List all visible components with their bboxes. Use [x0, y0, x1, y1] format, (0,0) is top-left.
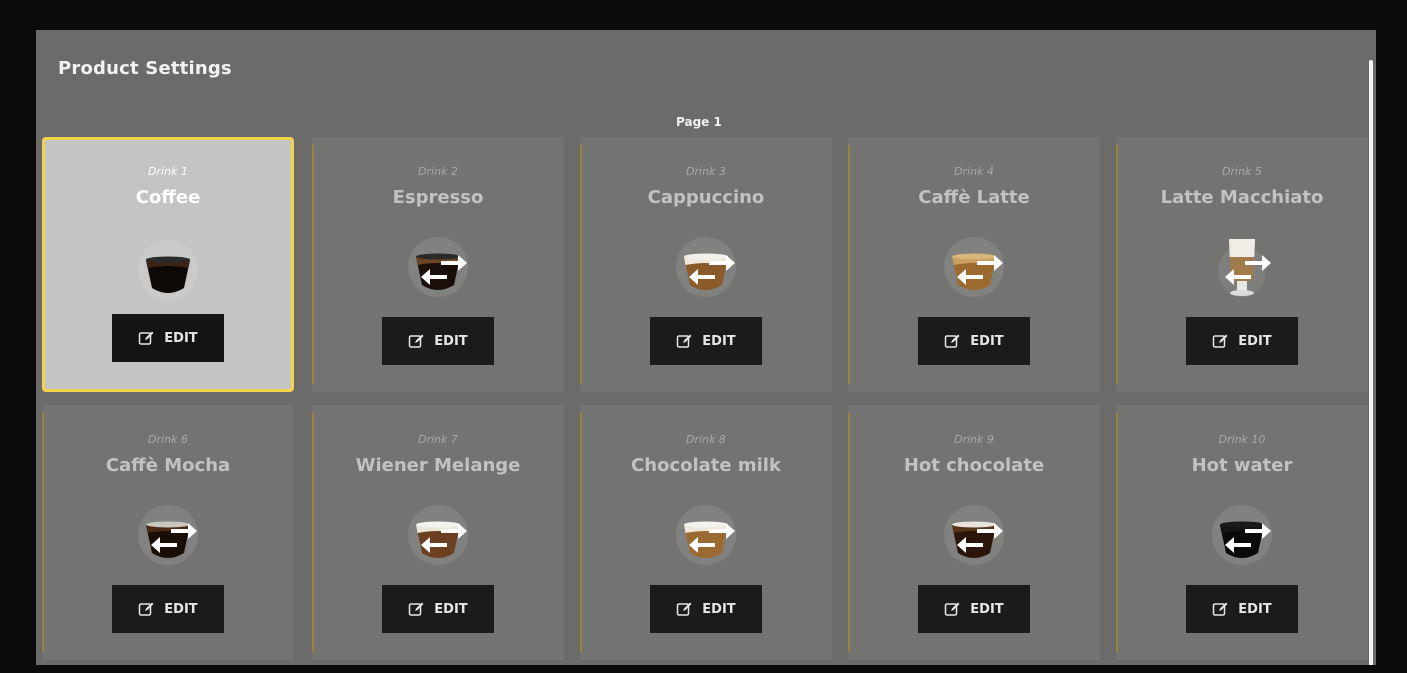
drink-number: Drink 2: [418, 165, 458, 178]
edit-icon: [676, 601, 692, 617]
edit-icon: [408, 601, 424, 617]
edit-button-label: EDIT: [164, 601, 198, 617]
cappuccino-cup-icon: [671, 233, 741, 303]
drink-name: Coffee: [135, 187, 201, 208]
edit-button[interactable]: EDIT: [918, 585, 1030, 633]
edit-button-label: EDIT: [702, 333, 736, 349]
drink-number: Drink 5: [1222, 165, 1262, 178]
drink-card[interactable]: Drink 8 Chocolate milk EDIT: [580, 405, 832, 660]
edit-button[interactable]: EDIT: [1186, 585, 1298, 633]
edit-button[interactable]: EDIT: [918, 317, 1030, 365]
mocha-cup-icon: [133, 501, 203, 571]
edit-button-label: EDIT: [1238, 333, 1272, 349]
edit-button[interactable]: EDIT: [1186, 317, 1298, 365]
drink-card[interactable]: Drink 9 Hot chocolate EDIT: [848, 405, 1100, 660]
drink-name: Hot chocolate: [903, 455, 1045, 476]
edit-button-label: EDIT: [970, 333, 1004, 349]
edit-button-label: EDIT: [1238, 601, 1272, 617]
drink-name: Cappuccino: [647, 187, 765, 208]
hot-water-cup-icon: [1207, 501, 1277, 571]
drink-card[interactable]: Drink 4 Caffè Latte EDIT: [848, 137, 1100, 392]
edit-icon: [1212, 601, 1228, 617]
drink-name: Latte Macchiato: [1160, 187, 1324, 208]
drink-number: Drink 4: [954, 165, 994, 178]
edit-button[interactable]: EDIT: [112, 585, 224, 633]
edit-icon: [944, 333, 960, 349]
coffee-cup-icon: [133, 236, 203, 306]
drink-card[interactable]: Drink 6 Caffè Mocha EDIT: [42, 405, 294, 660]
edit-icon: [408, 333, 424, 349]
edit-icon: [138, 601, 154, 617]
edit-button[interactable]: EDIT: [650, 317, 762, 365]
edit-button-label: EDIT: [702, 601, 736, 617]
drink-card[interactable]: Drink 1 Coffee EDIT: [42, 137, 294, 392]
drink-number: Drink 7: [418, 433, 458, 446]
drink-number: Drink 8: [686, 433, 726, 446]
drink-card[interactable]: Drink 7 Wiener Melange EDIT: [312, 405, 564, 660]
product-settings-screen: Product Settings Page 1 Drink 1 Coffee E…: [36, 30, 1376, 665]
edit-icon: [944, 601, 960, 617]
espresso-cup-icon: [403, 233, 473, 303]
edit-icon: [676, 333, 692, 349]
drink-card[interactable]: Drink 3 Cappuccino EDIT: [580, 137, 832, 392]
melange-cup-icon: [403, 501, 473, 571]
edit-button[interactable]: EDIT: [112, 314, 224, 362]
macchiato-glass-icon: [1207, 233, 1277, 303]
latte-cup-icon: [939, 233, 1009, 303]
edit-button[interactable]: EDIT: [382, 585, 494, 633]
drink-name: Hot water: [1191, 455, 1293, 476]
drink-card[interactable]: Drink 10 Hot water EDIT: [1116, 405, 1368, 660]
drink-grid: Drink 1 Coffee EDIT Drink 2 Espresso EDI…: [42, 137, 1370, 665]
drink-name: Wiener Melange: [355, 455, 521, 476]
drink-card[interactable]: Drink 2 Espresso EDIT: [312, 137, 564, 392]
chocolate-milk-cup-icon: [671, 501, 741, 571]
edit-button[interactable]: EDIT: [650, 585, 762, 633]
drink-name: Caffè Mocha: [105, 455, 231, 476]
edit-button-label: EDIT: [164, 330, 198, 346]
edit-icon: [138, 330, 154, 346]
edit-button-label: EDIT: [434, 601, 468, 617]
drink-number: Drink 10: [1218, 433, 1266, 446]
drink-number: Drink 6: [148, 433, 188, 446]
device-bezel: Product Settings Page 1 Drink 1 Coffee E…: [0, 0, 1407, 673]
drink-card[interactable]: Drink 5 Latte Macchiato EDIT: [1116, 137, 1368, 392]
page-indicator: Page 1: [676, 115, 722, 129]
drink-number: Drink 3: [686, 165, 726, 178]
hot-chocolate-cup-icon: [939, 501, 1009, 571]
edit-icon: [1212, 333, 1228, 349]
edit-button[interactable]: EDIT: [382, 317, 494, 365]
page-title: Product Settings: [58, 58, 232, 79]
drink-number: Drink 1: [148, 165, 188, 178]
drink-name: Caffè Latte: [918, 187, 1030, 208]
edit-button-label: EDIT: [434, 333, 468, 349]
drink-number: Drink 9: [954, 433, 994, 446]
drink-name: Espresso: [392, 187, 484, 208]
edit-button-label: EDIT: [970, 601, 1004, 617]
drink-name: Chocolate milk: [631, 455, 781, 476]
